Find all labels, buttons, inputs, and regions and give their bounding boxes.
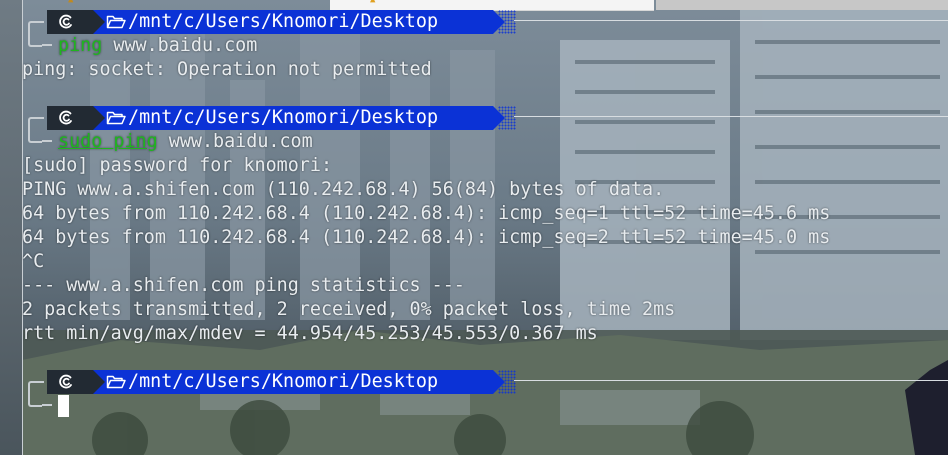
command-program: ping xyxy=(58,35,103,56)
shell-prompt: /mnt/c/Users/Knomori/Desktop xyxy=(22,106,948,132)
command-program: ping xyxy=(113,131,158,152)
prompt-rule xyxy=(514,116,948,117)
prompt-rule xyxy=(514,20,948,21)
folder-open-icon xyxy=(106,375,126,389)
prompt-path-segment: /mnt/c/Users/Knomori/Desktop xyxy=(93,370,493,394)
shell-prompt: /mnt/c/Users/Knomori/Desktop xyxy=(22,370,948,396)
command-line: sudo ping www.baidu.com xyxy=(58,130,313,154)
shell-prompt: /mnt/c/Users/Knomori/Desktop xyxy=(22,10,948,36)
folder-open-icon xyxy=(106,15,126,29)
tab-inactive[interactable] xyxy=(656,0,948,10)
prompt-tree-line xyxy=(26,394,56,418)
terminal-tab-bar: ▲ ▲ xyxy=(22,0,948,11)
prompt-fade xyxy=(498,10,516,34)
prompt-rule xyxy=(514,380,948,381)
output-line: 64 bytes from 110.242.68.4 (110.242.68.4… xyxy=(22,227,831,248)
command-line: ping www.baidu.com xyxy=(58,34,257,58)
terminal-output[interactable]: /mnt/c/Users/Knomori/Desktop ping www.ba… xyxy=(22,10,948,455)
prompt-path: /mnt/c/Users/Knomori/Desktop xyxy=(128,11,439,32)
prompt-fade xyxy=(498,106,516,130)
prompt-separator xyxy=(93,10,105,34)
tab-icon: ▲ xyxy=(68,0,74,5)
prompt-os-segment xyxy=(47,10,93,34)
output-line: --- www.a.shifen.com ping statistics --- xyxy=(22,275,465,296)
text-cursor[interactable] xyxy=(58,395,69,417)
debian-swirl-icon xyxy=(59,110,72,125)
output-line: ping: socket: Operation not permitted xyxy=(22,59,432,80)
output-line: PING www.a.shifen.com (110.242.68.4) 56(… xyxy=(22,179,665,200)
output-line: ^C xyxy=(22,251,45,272)
prompt-path: /mnt/c/Users/Knomori/Desktop xyxy=(128,371,439,392)
prompt-fade xyxy=(498,370,516,394)
command-args: www.baidu.com xyxy=(102,35,258,56)
output-line: 64 bytes from 110.242.68.4 (110.242.68.4… xyxy=(22,203,831,224)
debian-swirl-icon xyxy=(59,14,72,29)
prompt-separator xyxy=(93,106,105,130)
output-line: [sudo] password for knomori: xyxy=(22,155,333,176)
folder-open-icon xyxy=(106,111,126,125)
prompt-separator xyxy=(93,370,105,394)
prompt-os-segment xyxy=(47,370,93,394)
debian-swirl-icon xyxy=(59,374,72,389)
window-left-edge xyxy=(0,0,23,455)
command-args: www.baidu.com xyxy=(157,131,313,152)
prompt-path-segment: /mnt/c/Users/Knomori/Desktop xyxy=(93,106,493,130)
tab-icon: ▲ xyxy=(370,0,376,5)
prompt-tree-line xyxy=(26,130,56,154)
output-line: 2 packets transmitted, 2 received, 0% pa… xyxy=(22,299,676,320)
prompt-path: /mnt/c/Users/Knomori/Desktop xyxy=(128,107,439,128)
output-line: rtt min/avg/max/mdev = 44.954/45.253/45.… xyxy=(22,323,598,344)
prompt-path-segment: /mnt/c/Users/Knomori/Desktop xyxy=(93,10,493,34)
prompt-tree-line xyxy=(26,34,56,58)
command-sudo: sudo xyxy=(58,131,103,152)
prompt-os-segment xyxy=(47,106,93,130)
